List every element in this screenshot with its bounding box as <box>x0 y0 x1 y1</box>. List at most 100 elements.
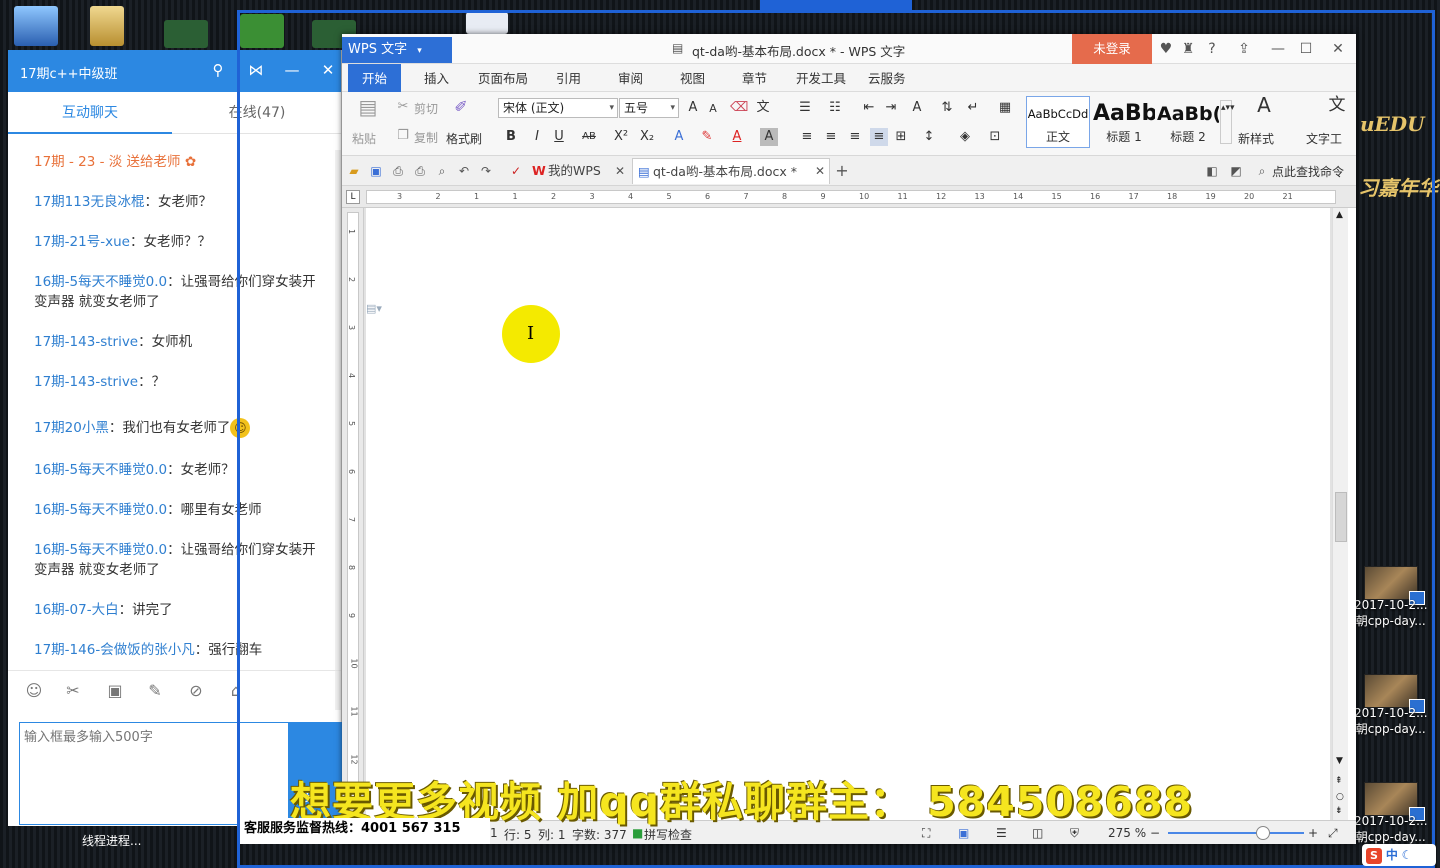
superscript-icon[interactable]: X² <box>612 128 630 146</box>
menu-cloud[interactable]: 云服务 <box>868 64 906 92</box>
shrink-font-icon[interactable]: A <box>704 100 722 118</box>
tab-online[interactable]: 在线(47) <box>172 92 342 134</box>
ime-indicator[interactable]: S 中 ☾ <box>1362 844 1436 866</box>
taskbar-label[interactable]: 线程进程... <box>82 832 141 849</box>
chat-scrollbar[interactable] <box>335 150 341 710</box>
document-page[interactable]: ▤▾ <box>366 208 1330 820</box>
search-command[interactable]: 点此查找命令 <box>1272 163 1344 180</box>
status-spell-check[interactable]: 拼写检查 <box>644 826 692 843</box>
scissors-icon[interactable]: ✂ <box>394 98 412 116</box>
edit-icon[interactable]: ✎ <box>144 680 166 702</box>
minimize-icon[interactable]: — <box>1268 40 1288 58</box>
sort-icon[interactable]: ⇅ <box>938 99 956 117</box>
skin-icon[interactable]: ♥ <box>1156 40 1176 58</box>
tab-document[interactable]: ▤ qt-da哟-基本布局.docx * <box>632 158 830 184</box>
full-screen-icon[interactable]: ⛶ <box>922 826 930 841</box>
close-icon[interactable]: ✕ <box>318 60 338 80</box>
close-tab-icon[interactable]: ✕ <box>612 163 628 179</box>
close-tab-icon[interactable]: ✕ <box>812 163 828 179</box>
menu-section[interactable]: 章节 <box>742 64 767 92</box>
shading-icon[interactable]: ◈ <box>956 128 974 146</box>
new-style-button[interactable]: 新样式 <box>1238 130 1274 147</box>
cut-button[interactable]: 剪切 <box>414 100 438 117</box>
undo-icon[interactable]: ↶ <box>456 163 472 179</box>
underline-icon[interactable]: U <box>550 128 568 146</box>
vertical-scrollbar[interactable]: ▲ ▼ ⇞ ○ ⇟ <box>1332 208 1348 820</box>
upload-icon[interactable]: ⇪ <box>1234 40 1254 58</box>
video-file-icon[interactable] <box>1364 566 1425 605</box>
share-icon[interactable]: ⋈ <box>246 60 266 80</box>
customize-icon[interactable]: ✓ <box>508 163 524 179</box>
subscript-icon[interactable]: X₂ <box>638 128 656 146</box>
style-normal[interactable]: AaBbCcDd 正文 <box>1026 96 1090 148</box>
horizontal-ruler[interactable]: L 3 2 1 1 2 3 4 5 6 7 8 9 10 11 12 13 14 15 16 17 18 19 20 21 <box>342 186 1356 208</box>
print-preview-icon[interactable]: ⌕ <box>434 163 450 179</box>
close-icon[interactable]: ✕ <box>1328 40 1348 58</box>
text-tools-icon[interactable]: 文 <box>1328 96 1346 114</box>
video-file-desktop-icon[interactable] <box>240 14 284 48</box>
page-view-icon[interactable]: ▣ <box>958 826 969 840</box>
numbering-icon[interactable]: ☷ <box>826 99 844 117</box>
distribute-icon[interactable]: ⊞ <box>892 128 910 146</box>
align-right-icon[interactable]: ≡ <box>846 128 864 146</box>
format-painter-button[interactable]: 格式刷 <box>446 130 482 147</box>
menu-page-layout[interactable]: 页面布局 <box>478 64 528 92</box>
video-file-icon[interactable] <box>1364 782 1425 821</box>
menu-insert[interactable]: 插入 <box>424 64 449 92</box>
justify-icon[interactable]: ≡ <box>870 128 888 146</box>
prev-page-icon[interactable]: ⇞ <box>1335 776 1343 786</box>
copy-button[interactable]: 复制 <box>414 129 438 146</box>
new-tab-icon[interactable]: + <box>834 163 850 179</box>
copy-icon[interactable]: ❐ <box>394 127 412 145</box>
line-spacing-icon[interactable]: ↕ <box>920 128 938 146</box>
menu-review[interactable]: 审阅 <box>618 64 643 92</box>
styles-scroll-icon[interactable]: ▴▾▾ <box>1220 100 1235 144</box>
tab-stop-icon[interactable]: L <box>346 190 360 204</box>
minimize-icon[interactable]: — <box>282 60 302 80</box>
borders-icon[interactable]: ⊡ <box>986 128 1004 146</box>
computer-desktop-icon[interactable] <box>14 6 58 46</box>
bullets-icon[interactable]: ☰ <box>796 99 814 117</box>
chat-input[interactable] <box>19 722 289 825</box>
shirt-icon[interactable]: ♜ <box>1178 40 1198 58</box>
text-tools-button[interactable]: 文字工 <box>1306 130 1342 147</box>
char-shading-icon[interactable]: A <box>760 128 778 146</box>
print-icon[interactable]: ⎙ <box>412 163 428 179</box>
scroll-up-icon[interactable]: ▲ <box>1336 210 1343 220</box>
pinyin-icon[interactable]: 文 <box>754 99 772 117</box>
menu-view[interactable]: 视图 <box>680 64 705 92</box>
scroll-thumb[interactable] <box>1335 492 1347 542</box>
tab-list-icon[interactable]: ◧ <box>1204 163 1220 179</box>
save-icon[interactable]: ▣ <box>368 163 384 179</box>
tab-chat[interactable]: 互动聊天 <box>8 92 172 134</box>
pin-icon[interactable]: ⚲ <box>208 60 228 80</box>
web-view-icon[interactable]: ◫ <box>1032 826 1043 840</box>
gift-icon[interactable]: ⌂ <box>225 680 247 702</box>
vertical-ruler[interactable]: 1 2 3 4 5 6 7 8 9 10 11 12 <box>342 208 364 820</box>
redo-icon[interactable]: ↷ <box>478 163 494 179</box>
status-word-count[interactable]: 字数: 377 <box>572 826 627 843</box>
menu-home[interactable]: 开始 <box>348 64 402 92</box>
select-browse-icon[interactable]: ○ <box>1336 792 1344 802</box>
bold-icon[interactable]: B <box>502 128 520 146</box>
scissors-icon[interactable]: ✂ <box>62 680 84 702</box>
format-painter-icon[interactable]: ✐ <box>452 98 470 116</box>
image-icon[interactable]: ▣ <box>104 680 126 702</box>
table-icon[interactable]: ▦ <box>996 99 1014 117</box>
change-case-icon[interactable]: A <box>908 99 926 117</box>
video-file-desktop-icon[interactable] <box>164 20 208 48</box>
grow-font-icon[interactable]: A <box>684 99 702 117</box>
protect-view-icon[interactable]: ⛨ <box>1070 826 1079 841</box>
next-page-icon[interactable]: ⇟ <box>1335 806 1343 816</box>
new-style-icon[interactable]: A <box>1252 95 1276 122</box>
style-heading-1[interactable]: AaBb 标题 1 <box>1092 96 1156 148</box>
tab-my-wps[interactable]: W 我的WPS <box>528 158 624 184</box>
menu-developer[interactable]: 开发工具 <box>796 64 846 92</box>
decrease-indent-icon[interactable]: ⇤ <box>860 99 878 117</box>
document-area[interactable]: ▤▾ <box>364 208 1332 820</box>
paste-icon[interactable]: ▤ <box>356 97 380 124</box>
outline-view-icon[interactable]: ☰ <box>996 826 1007 840</box>
fit-window-icon[interactable]: ⤢ <box>1328 826 1338 841</box>
zoom-in-icon[interactable]: + <box>1308 826 1318 840</box>
login-button[interactable]: 未登录 <box>1072 34 1152 64</box>
